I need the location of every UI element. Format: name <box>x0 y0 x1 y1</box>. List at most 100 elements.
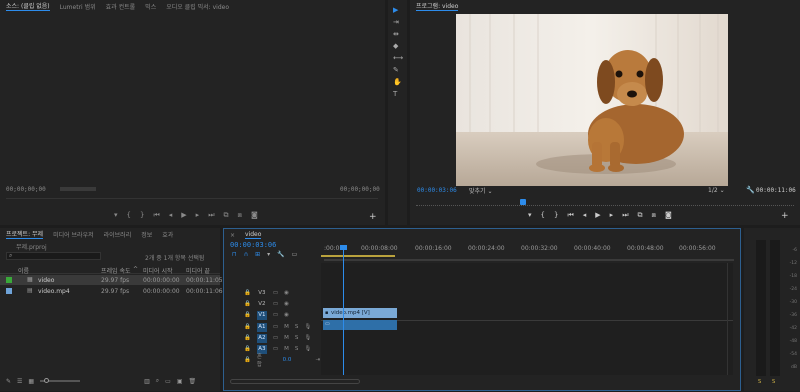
selection-tool-icon[interactable]: ▶ <box>393 6 403 14</box>
frame-forward-icon[interactable]: ▸ <box>610 212 614 219</box>
list-view-icon[interactable]: ☰ <box>17 378 22 385</box>
new-item-icon[interactable]: ▣ <box>177 378 183 385</box>
bracket-in-icon[interactable]: { <box>127 212 131 219</box>
wrench-icon[interactable]: 🔧 <box>746 186 755 194</box>
lock-icon[interactable]: 🔒 <box>244 346 251 352</box>
lock-icon[interactable]: 🔒 <box>244 335 251 341</box>
lock-icon[interactable]: 🔒 <box>244 357 251 363</box>
tab-project[interactable]: 프로젝트: 무제 <box>6 229 44 239</box>
tab-libraries[interactable]: 라이브러리 <box>104 230 132 239</box>
pen-tool-icon[interactable]: ✎ <box>393 66 403 74</box>
camera-icon[interactable]: ◙ <box>665 212 672 219</box>
vertical-scrollbar[interactable] <box>727 263 731 375</box>
slip-tool-icon[interactable]: ⟷ <box>393 54 403 62</box>
camera-icon[interactable]: ◙ <box>251 212 258 219</box>
playhead-marker[interactable] <box>340 245 347 250</box>
solo-icon[interactable]: S <box>295 346 299 352</box>
track-area[interactable]: ▪ video.mp4 [V] ▭ <box>321 245 733 375</box>
table-row[interactable]: ▦ video 29.97 fps 00:00:00:00 00:00:11:0… <box>0 275 223 285</box>
frame-back-icon[interactable]: ◂ <box>583 212 587 219</box>
eye-icon[interactable]: ◉ <box>284 312 289 318</box>
tab-audio-clip-mixer[interactable]: 오디오 클립 믹서: video <box>166 2 229 11</box>
type-tool-icon[interactable]: T <box>393 90 403 98</box>
find-icon[interactable]: ⌕ <box>156 377 159 385</box>
time-ruler[interactable]: :00:00 00:00:08:00 00:00:16:00 00:00:24:… <box>321 245 739 259</box>
solo-right-button[interactable]: S <box>772 379 775 385</box>
program-scrubber[interactable] <box>416 205 794 208</box>
tab-program[interactable]: 프로그램: video <box>416 1 459 11</box>
play-icon[interactable]: ▶ <box>595 212 600 219</box>
lock-icon[interactable]: 🔒 <box>244 301 251 307</box>
tab-mixer[interactable]: 믹스 <box>145 2 156 11</box>
razor-tool-icon[interactable]: ◆ <box>393 42 403 50</box>
column-name[interactable]: 이름 <box>18 266 29 275</box>
table-row[interactable]: ▤ video.mp4 29.97 fps 00:00:00:00 00:00:… <box>0 286 223 296</box>
step-forward-icon[interactable]: ⏭ <box>622 212 628 219</box>
add-button-icon[interactable]: + <box>781 211 789 221</box>
ruler-scrollbar[interactable] <box>324 259 734 261</box>
step-back-icon[interactable]: ⏮ <box>153 212 159 219</box>
resolution-dropdown[interactable]: 1/2 ⌄ <box>708 187 725 194</box>
program-playhead[interactable] <box>520 199 526 205</box>
mark-in-icon[interactable]: ▾ <box>114 212 118 219</box>
sync-lock-icon[interactable]: ▭ <box>273 290 278 296</box>
solo-left-button[interactable]: S <box>758 379 761 385</box>
work-area-bar[interactable] <box>321 255 395 257</box>
source-zoom-bar[interactable] <box>60 187 96 191</box>
lift-icon[interactable]: ⧉ <box>638 212 643 219</box>
sync-lock-icon[interactable]: ▭ <box>273 301 278 307</box>
mic-icon[interactable]: 🎙 <box>304 346 311 352</box>
overwrite-icon[interactable]: ⧈ <box>238 212 242 219</box>
program-timecode[interactable]: 00:00:03:06 <box>417 187 457 194</box>
play-icon[interactable]: ▶ <box>181 212 186 219</box>
solo-icon[interactable]: S <box>295 335 299 341</box>
playhead-line[interactable] <box>343 249 344 375</box>
icon-view-icon[interactable]: ▦ <box>28 378 34 385</box>
step-back-icon[interactable]: ⏮ <box>567 212 573 219</box>
lock-icon[interactable]: 🔒 <box>244 290 251 296</box>
lock-icon[interactable]: 🔒 <box>244 324 251 330</box>
tab-effects[interactable]: 효과 <box>162 230 173 239</box>
sync-lock-icon[interactable]: ▭ <box>273 335 278 341</box>
fit-dropdown[interactable]: 맞추기 ⌄ <box>469 186 493 195</box>
eye-icon[interactable]: ◉ <box>284 290 289 296</box>
tab-media-browser[interactable]: 미디어 브라우저 <box>53 230 94 239</box>
track-label[interactable]: V2 <box>257 300 267 309</box>
video-clip[interactable]: ▪ video.mp4 [V] <box>323 308 397 318</box>
insert-icon[interactable]: ⧉ <box>224 212 229 219</box>
new-bin-icon[interactable]: ▭ <box>165 378 171 385</box>
frame-forward-icon[interactable]: ▸ <box>196 212 200 219</box>
track-label[interactable]: V1 <box>256 310 267 320</box>
write-lock-icon[interactable]: ✎ <box>6 378 11 385</box>
sync-lock-icon[interactable]: ▭ <box>273 346 278 352</box>
sync-lock-icon[interactable]: ▭ <box>273 312 278 318</box>
add-button-icon[interactable]: + <box>369 212 377 222</box>
extract-icon[interactable]: ⧈ <box>652 212 656 219</box>
mute-icon[interactable]: M <box>284 335 289 341</box>
lock-icon[interactable]: 🔒 <box>244 312 251 318</box>
audio-clip[interactable]: ▭ <box>323 320 397 330</box>
track-select-tool-icon[interactable]: ⇥ <box>393 18 403 26</box>
search-input[interactable]: ⌕ <box>6 252 101 260</box>
sort-icon[interactable]: ^ <box>133 266 138 273</box>
hand-tool-icon[interactable]: ✋ <box>393 78 403 86</box>
column-fps[interactable]: 프레임 속도 <box>101 266 131 275</box>
zoom-slider[interactable] <box>40 378 81 383</box>
ripple-edit-tool-icon[interactable]: ⇹ <box>393 30 403 38</box>
freeform-view-icon[interactable]: ▥ <box>144 378 150 385</box>
step-forward-icon[interactable]: ⏭ <box>208 212 214 219</box>
mix-value[interactable]: 0.0 <box>283 357 292 363</box>
eye-icon[interactable]: ◉ <box>284 301 289 307</box>
frame-back-icon[interactable]: ◂ <box>169 212 173 219</box>
track-label[interactable]: A1 <box>256 322 267 332</box>
trash-icon[interactable]: 🗑 <box>188 378 196 385</box>
tab-info[interactable]: 정보 <box>141 230 152 239</box>
mark-in-icon[interactable]: ▾ <box>528 212 532 219</box>
solo-icon[interactable]: S <box>295 324 299 330</box>
horizontal-scrollbar[interactable] <box>230 379 360 384</box>
column-media-end[interactable]: 미디어 끝 <box>186 266 210 275</box>
bracket-out-icon[interactable]: } <box>140 212 144 219</box>
mute-icon[interactable]: M <box>284 346 289 352</box>
bracket-out-icon[interactable]: } <box>554 212 558 219</box>
mic-icon[interactable]: 🎙 <box>304 324 311 330</box>
